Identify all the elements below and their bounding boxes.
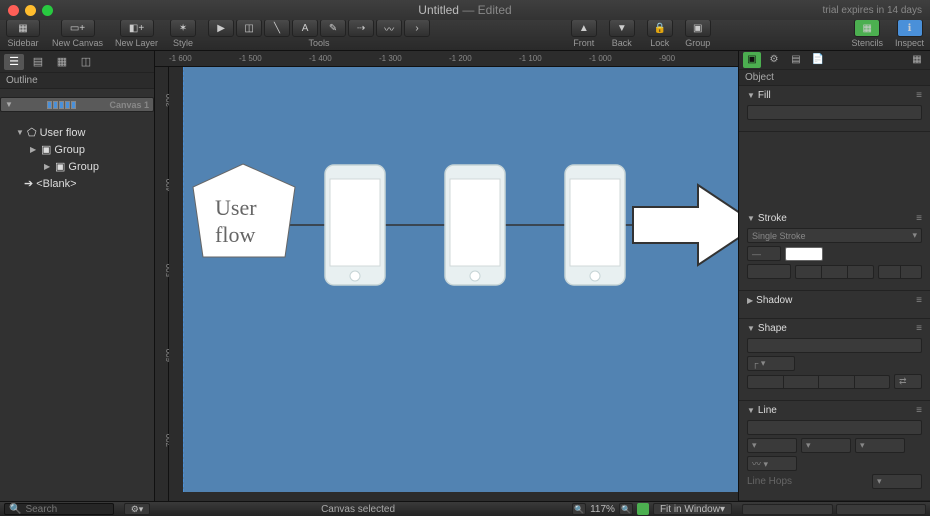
zoom-in[interactable]: 🔍 [619, 503, 633, 515]
zoom-out[interactable]: 🔍 [572, 503, 586, 515]
tree-item-group2[interactable]: ▶▣Group [0, 158, 154, 175]
userflow-text: User [215, 195, 257, 220]
tool-shape[interactable]: ◫ [236, 19, 262, 37]
outline-tab-layers[interactable]: ☰ [4, 54, 24, 70]
stroke-type-select[interactable]: Single Stroke▾ [747, 228, 922, 243]
tool-pen[interactable]: ✎ [320, 19, 346, 37]
inspector-tab-object[interactable]: ▣ [743, 52, 761, 68]
status-text: Canvas selected [150, 504, 566, 515]
outline-header: Outline [0, 73, 154, 89]
tool-text[interactable]: A [292, 19, 318, 37]
phone-2[interactable] [445, 165, 505, 285]
phone-3[interactable] [565, 165, 625, 285]
stroke-width[interactable]: — [747, 246, 781, 261]
trial-notice: trial expires in 14 days [823, 5, 923, 16]
stroke-color[interactable] [785, 247, 823, 261]
shape-flip[interactable]: ⇄ [894, 374, 922, 389]
horizontal-ruler[interactable]: -1 600-1 500-1 400-1 300-1 200-1 100-1 0… [155, 51, 738, 67]
front-button[interactable]: ▲ [571, 19, 597, 37]
svg-text:flow: flow [215, 222, 255, 247]
zoom-lock[interactable] [637, 503, 649, 515]
line-mid[interactable]: ▾ [801, 438, 851, 453]
tool-line[interactable]: ╲ [264, 19, 290, 37]
new-layer-button[interactable]: ◧+ [120, 19, 154, 37]
style-button[interactable]: ✶ [170, 19, 196, 37]
tool-brush[interactable]: 〰 [376, 19, 402, 37]
vertical-ruler[interactable]: 300 400 500 600 700 [155, 67, 169, 501]
fit-window[interactable]: Fit in Window ▾ [653, 503, 732, 515]
lock-button[interactable]: 🔒 [647, 19, 673, 37]
inspector-tab-props[interactable]: ⚙ [765, 52, 783, 68]
tree-item-userflow[interactable]: ▼⬠User flow [0, 124, 154, 141]
shape-section[interactable]: Shape [758, 323, 787, 334]
arrow-shape[interactable] [633, 185, 738, 265]
phone-1[interactable] [325, 165, 385, 285]
window-title: Untitled — Edited [0, 3, 930, 17]
shape-pts[interactable] [747, 375, 890, 389]
fill-section[interactable]: Fill [758, 90, 771, 101]
inspector-header: Object [739, 70, 930, 86]
stroke-dash[interactable] [747, 264, 791, 279]
tree-item-blank[interactable]: ➔<Blank> [0, 175, 154, 192]
group-icon: ▣ [55, 160, 65, 173]
tree-item-group1[interactable]: ▶▣Group [0, 141, 154, 158]
shape-select[interactable] [747, 338, 922, 353]
inspector-tab-canvas[interactable]: ▤ [787, 52, 805, 68]
back-button[interactable]: ▼ [609, 19, 635, 37]
search-input[interactable]: 🔍 Search [4, 503, 114, 515]
inspect-button[interactable]: ℹ [897, 19, 923, 37]
stroke-corner[interactable] [795, 265, 874, 279]
tool-diagram[interactable]: ⇢ [348, 19, 374, 37]
line-end[interactable]: ▾ [855, 438, 905, 453]
shape-corner[interactable]: ┌ ▾ [747, 356, 795, 371]
outline-tab-list[interactable]: ▤ [28, 54, 48, 70]
tree-canvas[interactable]: ▼ Canvas 1 [0, 97, 154, 112]
stroke-end[interactable] [878, 265, 922, 279]
canvas[interactable]: User flow [183, 67, 738, 492]
outline-tab-selection[interactable]: ◫ [76, 54, 96, 70]
inspector-tab-grid[interactable]: ▦ [908, 52, 926, 68]
inspector-tab-doc[interactable]: 📄 [809, 52, 827, 68]
shadow-section[interactable]: Shadow [756, 295, 792, 306]
pentagon-icon: ⬠ [27, 126, 37, 139]
line-section[interactable]: Line [758, 405, 777, 416]
outline-tab-guides[interactable]: ▦ [52, 54, 72, 70]
search-options[interactable]: ⚙▾ [124, 503, 150, 515]
stencils-button[interactable]: ▦ [854, 19, 880, 37]
tool-expand[interactable]: › [404, 19, 430, 37]
sidebar-toggle[interactable]: ▦ [6, 19, 40, 37]
line-type[interactable] [747, 420, 922, 435]
fill-field[interactable] [747, 105, 922, 120]
footer-block-1[interactable] [742, 504, 833, 515]
new-canvas-button[interactable]: ▭+ [61, 19, 95, 37]
arrow-icon: ➔ [24, 177, 33, 190]
footer-block-2[interactable] [836, 504, 927, 515]
line-start[interactable]: ▾ [747, 438, 797, 453]
stroke-section[interactable]: Stroke [758, 213, 787, 224]
line-hops-select[interactable]: ▾ [872, 474, 922, 489]
zoom-value: 117% [590, 504, 615, 515]
tool-select[interactable]: ▶ [208, 19, 234, 37]
line-curve[interactable]: 〰 ▾ [747, 456, 797, 471]
group-button[interactable]: ▣ [685, 19, 711, 37]
group-icon: ▣ [41, 143, 51, 156]
